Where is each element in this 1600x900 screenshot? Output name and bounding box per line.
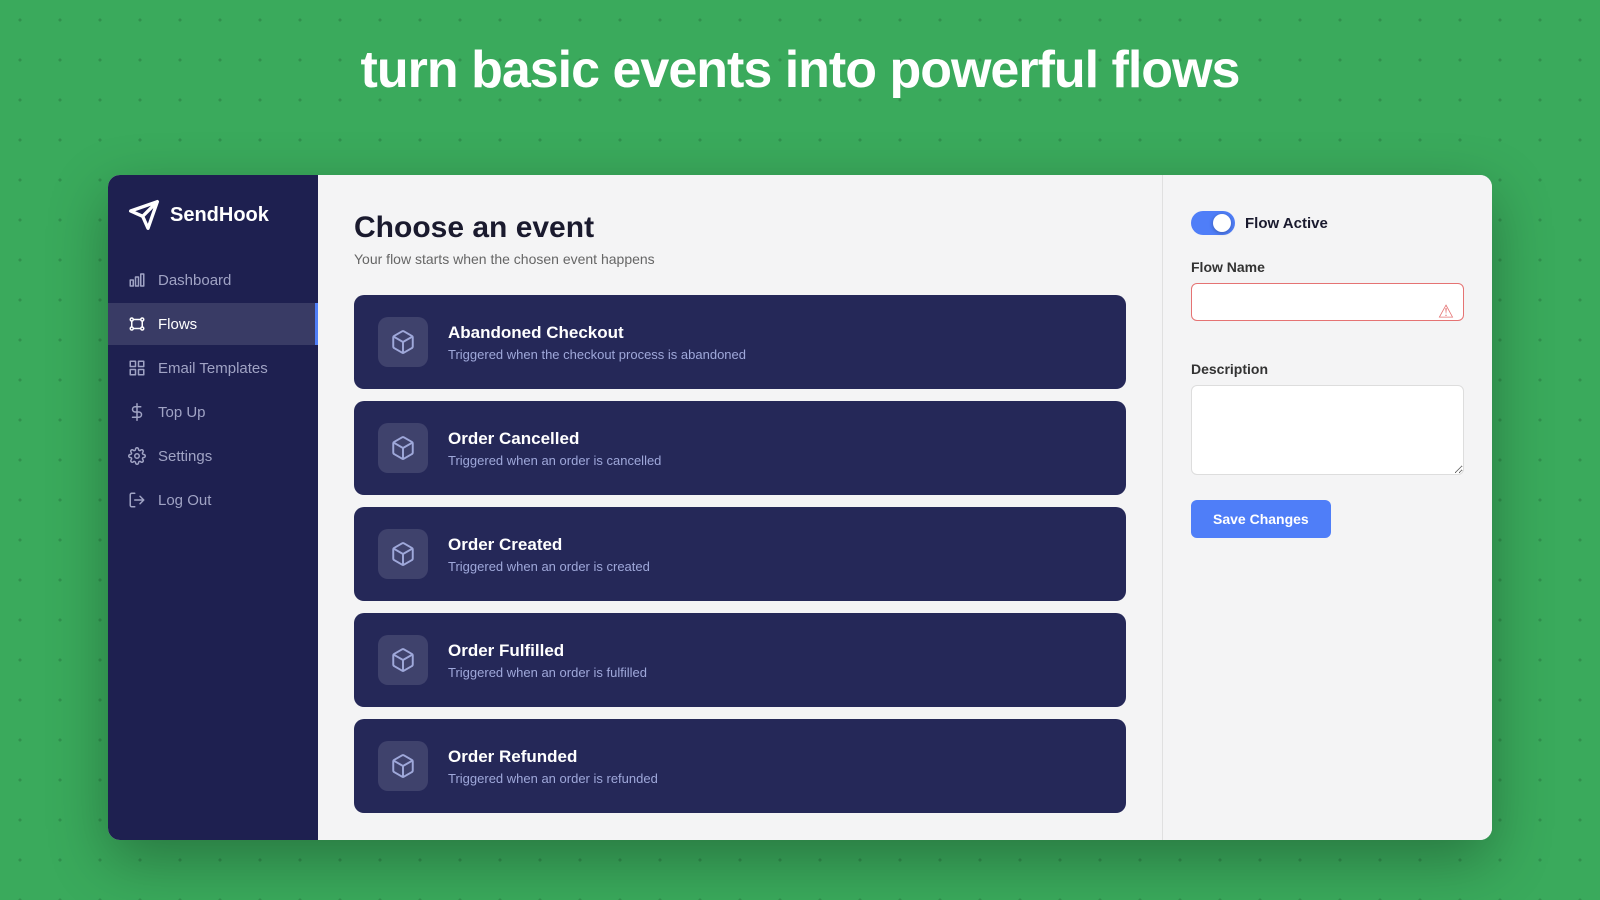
- main-content: Choose an event Your flow starts when th…: [318, 175, 1492, 840]
- event-card-order-refunded[interactable]: Order Refunded Triggered when an order i…: [354, 719, 1126, 813]
- event-list: Abandoned Checkout Triggered when the ch…: [354, 295, 1126, 813]
- app-card: SendHook Dashboard Flows: [108, 175, 1492, 840]
- abandoned-checkout-title: Abandoned Checkout: [448, 323, 746, 343]
- event-card-order-cancelled[interactable]: Order Cancelled Triggered when an order …: [354, 401, 1126, 495]
- gear-icon: [128, 447, 146, 465]
- order-created-text: Order Created Triggered when an order is…: [448, 535, 650, 574]
- event-area: Choose an event Your flow starts when th…: [318, 175, 1162, 840]
- box-icon: [390, 753, 416, 779]
- description-label: Description: [1191, 361, 1464, 377]
- sidebar-item-email-templates[interactable]: Email Templates: [108, 347, 318, 389]
- dollar-icon: [128, 403, 146, 421]
- order-refunded-desc: Triggered when an order is refunded: [448, 771, 658, 786]
- flow-name-field-wrap: ⚠: [1191, 283, 1464, 341]
- order-cancelled-icon-wrap: [378, 423, 428, 473]
- grid-icon: [128, 359, 146, 377]
- flow-name-input[interactable]: [1191, 283, 1464, 321]
- sidebar-item-log-out[interactable]: Log Out: [108, 479, 318, 521]
- sidebar-item-settings[interactable]: Settings: [108, 435, 318, 477]
- box-icon: [390, 329, 416, 355]
- logo-icon: [128, 199, 160, 231]
- logout-icon: [128, 491, 146, 509]
- sidebar-logo: SendHook: [108, 199, 318, 259]
- order-fulfilled-desc: Triggered when an order is fulfilled: [448, 665, 647, 680]
- bar-chart-icon: [128, 271, 146, 289]
- abandoned-checkout-icon-wrap: [378, 317, 428, 367]
- flows-icon: [128, 315, 146, 333]
- order-cancelled-text: Order Cancelled Triggered when an order …: [448, 429, 661, 468]
- flow-name-error-icon: ⚠: [1438, 302, 1454, 323]
- order-refunded-text: Order Refunded Triggered when an order i…: [448, 747, 658, 786]
- abandoned-checkout-desc: Triggered when the checkout process is a…: [448, 347, 746, 362]
- event-card-abandoned-checkout[interactable]: Abandoned Checkout Triggered when the ch…: [354, 295, 1126, 389]
- order-fulfilled-text: Order Fulfilled Triggered when an order …: [448, 641, 647, 680]
- flow-active-toggle[interactable]: [1191, 211, 1235, 235]
- event-chooser-subtitle: Your flow starts when the chosen event h…: [354, 251, 1126, 267]
- flow-active-row: Flow Active: [1191, 211, 1464, 235]
- order-created-icon-wrap: [378, 529, 428, 579]
- sidebar-nav: Dashboard Flows Email Templates: [108, 259, 318, 521]
- sidebar-item-dashboard-label: Dashboard: [158, 272, 231, 289]
- sidebar-item-dashboard[interactable]: Dashboard: [108, 259, 318, 301]
- flow-name-label: Flow Name: [1191, 259, 1464, 275]
- save-changes-button[interactable]: Save Changes: [1191, 500, 1331, 538]
- sidebar-item-top-up[interactable]: Top Up: [108, 391, 318, 433]
- right-panel: Flow Active Flow Name ⚠ Description Save…: [1162, 175, 1492, 840]
- order-created-desc: Triggered when an order is created: [448, 559, 650, 574]
- logo-text: SendHook: [170, 204, 269, 227]
- event-card-order-fulfilled[interactable]: Order Fulfilled Triggered when an order …: [354, 613, 1126, 707]
- sidebar-item-email-templates-label: Email Templates: [158, 360, 268, 377]
- order-cancelled-title: Order Cancelled: [448, 429, 661, 449]
- box-icon: [390, 541, 416, 567]
- box-icon: [390, 647, 416, 673]
- abandoned-checkout-text: Abandoned Checkout Triggered when the ch…: [448, 323, 746, 362]
- order-fulfilled-icon-wrap: [378, 635, 428, 685]
- order-created-title: Order Created: [448, 535, 650, 555]
- sidebar-item-flows-label: Flows: [158, 316, 197, 333]
- event-card-order-created[interactable]: Order Created Triggered when an order is…: [354, 507, 1126, 601]
- box-icon: [390, 435, 416, 461]
- order-refunded-icon-wrap: [378, 741, 428, 791]
- order-refunded-title: Order Refunded: [448, 747, 658, 767]
- sidebar: SendHook Dashboard Flows: [108, 175, 318, 840]
- flow-active-label: Flow Active: [1245, 215, 1328, 232]
- page-headline: turn basic events into powerful flows: [0, 40, 1600, 100]
- order-fulfilled-title: Order Fulfilled: [448, 641, 647, 661]
- description-textarea[interactable]: [1191, 385, 1464, 475]
- sidebar-item-top-up-label: Top Up: [158, 404, 206, 421]
- sidebar-item-log-out-label: Log Out: [158, 492, 211, 509]
- order-cancelled-desc: Triggered when an order is cancelled: [448, 453, 661, 468]
- sidebar-item-settings-label: Settings: [158, 448, 212, 465]
- sidebar-item-flows[interactable]: Flows: [108, 303, 318, 345]
- event-chooser-title: Choose an event: [354, 211, 1126, 245]
